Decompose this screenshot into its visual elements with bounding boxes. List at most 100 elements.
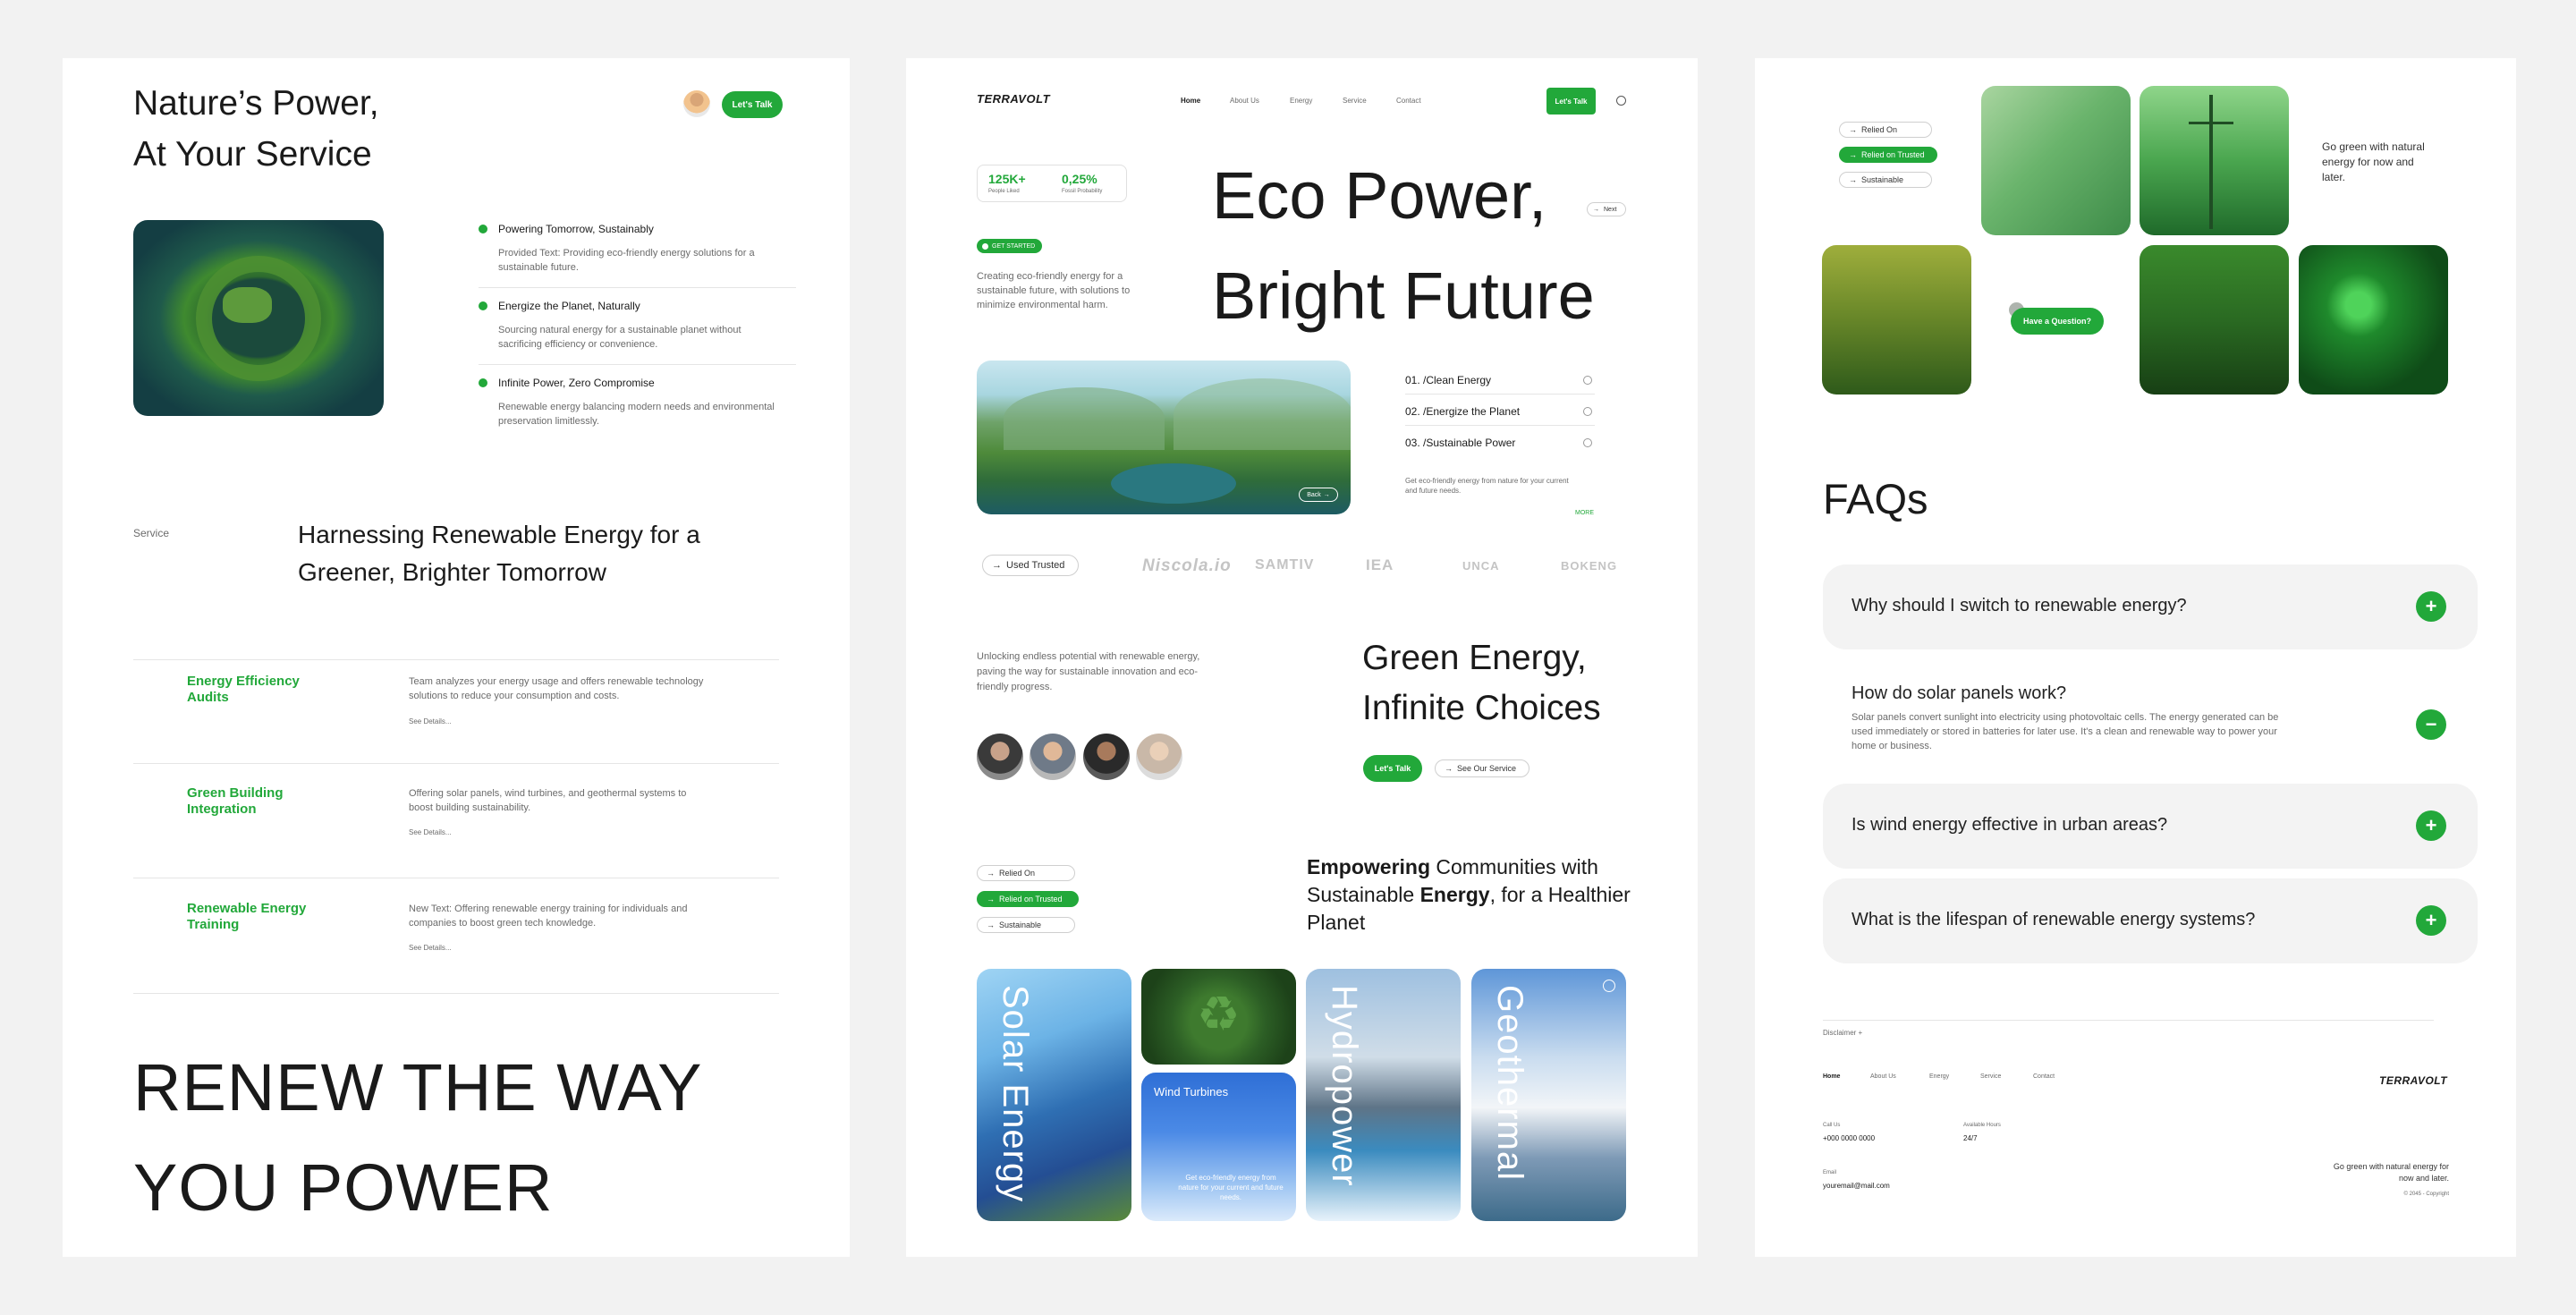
go-green-text: Go green with natural energy for now and… <box>2322 140 2425 183</box>
back-button[interactable]: Back → <box>1299 488 1338 502</box>
geothermal-card[interactable]: Geothermal <box>1471 969 1626 1221</box>
plus-icon[interactable]: + <box>2416 905 2446 936</box>
used-trusted-pill[interactable]: → Used Trusted <box>982 555 1079 576</box>
nav-about[interactable]: About Us <box>1230 97 1259 105</box>
footer-nav-service[interactable]: Service <box>1980 1073 2001 1080</box>
plus-icon[interactable]: + <box>2416 810 2446 841</box>
list-item[interactable]: 03. /Sustainable Power <box>1405 437 1515 449</box>
more-link[interactable]: MORE <box>1575 510 1594 516</box>
service-desc: Team analyzes your energy usage and offe… <box>409 676 704 701</box>
tag-sustainable[interactable]: → Sustainable <box>977 917 1075 933</box>
divider <box>1405 425 1595 426</box>
hydropower-card[interactable]: Hydropower <box>1306 969 1461 1221</box>
lets-talk-button[interactable]: Let's Talk <box>722 91 783 118</box>
hero-title: Nature’s Power, At Your Service <box>133 84 379 174</box>
logo[interactable]: TERRAVOLT <box>977 92 1050 106</box>
nav-service[interactable]: Service <box>1343 97 1367 105</box>
feature-title: Infinite Power, Zero Compromise <box>498 377 655 389</box>
wind-turbines-card[interactable]: Wind Turbines Get eco-friendly energy fr… <box>1141 1073 1296 1221</box>
tag-relied-on[interactable]: → Relied On <box>1839 122 1932 138</box>
nav-contact[interactable]: Contact <box>1396 97 1421 105</box>
next-button[interactable]: → Next <box>1587 202 1626 216</box>
disclaimer-toggle[interactable]: Disclaimer + <box>1823 1029 1862 1037</box>
lets-talk-button[interactable]: Let's Talk <box>1546 88 1596 115</box>
avatar <box>683 90 710 117</box>
faq-item[interactable]: Why should I switch to renewable energy?… <box>1823 564 2478 649</box>
bokeh-leaf-image <box>2299 245 2448 394</box>
service-title: Energy Efficiency Audits <box>187 674 300 705</box>
call-label: Call Us <box>1823 1123 1841 1128</box>
arrow-right-icon: → <box>1593 206 1599 213</box>
grass-field-image <box>2140 245 2289 394</box>
panel-left: Nature’s Power, At Your Service Let's Ta… <box>63 58 850 1257</box>
circle-arrow-icon[interactable] <box>1583 376 1592 385</box>
stats-box: 125K+ People Liked 0,25% Fossil Probabil… <box>977 165 1127 202</box>
feature-bullet <box>479 301 487 310</box>
green-energy-heading: Green Energy, Infinite Choices <box>1362 639 1601 727</box>
avatar <box>1083 734 1130 780</box>
footer-nav-contact[interactable]: Contact <box>2033 1073 2055 1080</box>
list-item[interactable]: 01. /Clean Energy <box>1405 374 1491 386</box>
tag-sustainable[interactable]: → Sustainable <box>1839 172 1932 188</box>
service-title: Green Building Integration <box>187 785 284 817</box>
see-service-button[interactable]: → See Our Service <box>1435 759 1530 777</box>
unlock-text: Unlocking endless potential with renewab… <box>977 651 1200 692</box>
footer-nav-energy[interactable]: Energy <box>1929 1073 1949 1080</box>
plus-icon <box>982 242 988 250</box>
minus-icon[interactable]: − <box>2416 709 2446 740</box>
nav-energy[interactable]: Energy <box>1290 97 1312 105</box>
green-field-image <box>1981 86 2131 235</box>
faq-item[interactable]: What is the lifespan of renewable energy… <box>1823 878 2478 963</box>
tag-relied-trusted[interactable]: → Relied on Trusted <box>977 891 1079 907</box>
copyright: © 2045 - Copyright <box>2403 1192 2449 1197</box>
footer-logo[interactable]: TERRAVOLT <box>2379 1074 2447 1087</box>
arrow-right-icon: → <box>987 920 995 929</box>
email-label: Email <box>1823 1170 1837 1175</box>
see-details-link[interactable]: See Details... <box>409 717 452 725</box>
service-title: Renewable Energy Training <box>187 901 307 932</box>
hours-value: 24/7 <box>1963 1134 1978 1142</box>
recycle-card[interactable]: ♻ <box>1141 969 1296 1065</box>
arrow-right-icon: → <box>1849 175 1857 184</box>
empowering-heading: Empowering Communities with Sustainable … <box>1307 855 1631 934</box>
list-item[interactable]: 02. /Energize the Planet <box>1405 405 1520 418</box>
see-details-link[interactable]: See Details... <box>409 944 452 952</box>
see-details-link[interactable]: See Details... <box>409 828 452 836</box>
brand-logo: BOKENG <box>1561 559 1618 573</box>
avatar <box>977 734 1023 780</box>
solar-energy-card[interactable]: Solar Energy <box>977 969 1131 1221</box>
nav-home[interactable]: Home <box>1181 97 1200 105</box>
avatar <box>1030 734 1076 780</box>
email-value[interactable]: youremail@mail.com <box>1823 1182 1890 1190</box>
divider <box>1823 1020 2434 1021</box>
stat-value: 0,25% <box>1062 172 1097 186</box>
feature-title: Energize the Planet, Naturally <box>498 300 640 312</box>
footer-nav-about[interactable]: About Us <box>1870 1073 1896 1080</box>
circle-arrow-icon[interactable] <box>1583 438 1592 447</box>
search-icon[interactable] <box>1616 96 1626 106</box>
list-desc: Get eco-friendly energy from nature for … <box>1405 477 1569 495</box>
get-started-badge[interactable]: GET STARTED <box>977 239 1043 253</box>
arrow-right-icon: → <box>992 560 1002 571</box>
faq-item[interactable]: Is wind energy effective in urban areas?… <box>1823 784 2478 869</box>
footer-nav-home[interactable]: Home <box>1823 1073 1840 1080</box>
divider <box>479 287 796 288</box>
service-desc: Offering solar panels, wind turbines, an… <box>409 788 687 813</box>
tag-relied-trusted[interactable]: → Relied on Trusted <box>1839 147 1937 163</box>
service-desc: New Text: Offering renewable energy trai… <box>409 904 688 929</box>
call-value: +000 0000 0000 <box>1823 1134 1876 1142</box>
have-question-button[interactable]: Have a Question? <box>2011 308 2104 335</box>
stat-label: People Liked <box>988 189 1020 194</box>
lets-talk-button[interactable]: Let's Talk <box>1363 755 1422 782</box>
footer-tagline: Go green with natural energy for now and… <box>2333 1162 2449 1183</box>
divider <box>133 659 779 660</box>
faq-item-expanded[interactable]: How do solar panels work? Solar panels c… <box>1823 663 2478 786</box>
tag-relied-on[interactable]: → Relied On <box>977 865 1075 881</box>
circle-arrow-icon[interactable] <box>1583 407 1592 416</box>
plus-icon[interactable]: + <box>2416 591 2446 622</box>
recycle-icon: ♻ <box>1197 988 1241 1041</box>
panel-right: → Relied On → Relied on Trusted → Sustainab… <box>1755 58 2516 1257</box>
plus-icon[interactable] <box>1603 980 1615 992</box>
grass-sunlight-image <box>1822 245 1971 394</box>
brand-logo: IEA <box>1366 556 1394 573</box>
